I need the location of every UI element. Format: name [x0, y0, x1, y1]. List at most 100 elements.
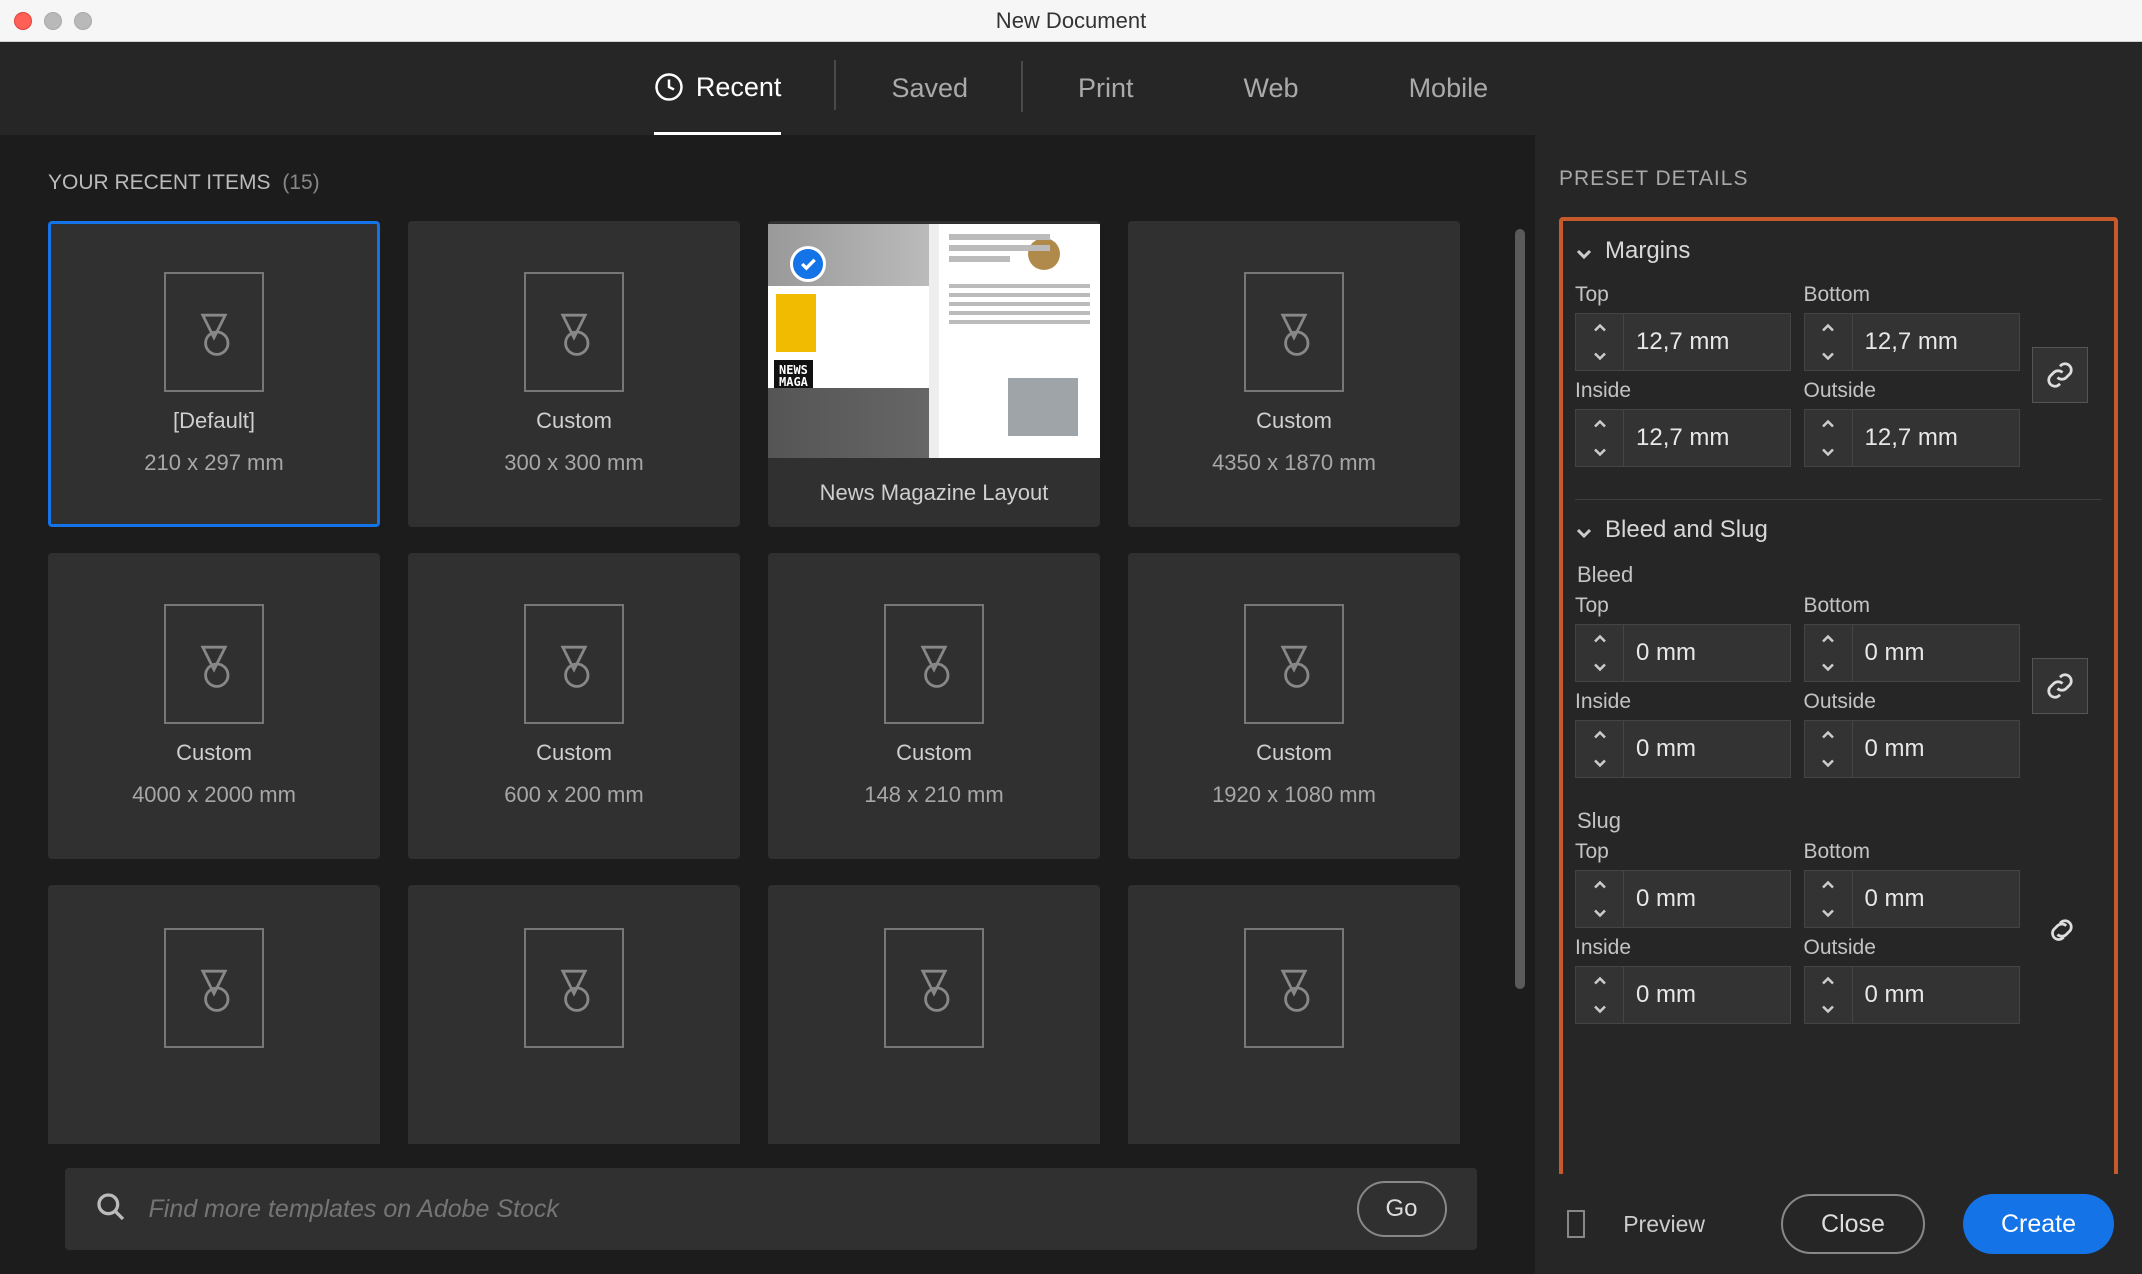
step-down-icon[interactable] — [1805, 749, 1852, 777]
slug-inside-input[interactable] — [1575, 966, 1794, 1024]
page-icon — [164, 604, 264, 724]
margins-link-toggle[interactable] — [2032, 347, 2088, 403]
slug-bottom-label: Bottom — [1804, 840, 2023, 864]
step-up-icon[interactable] — [1576, 410, 1623, 438]
step-down-icon[interactable] — [1576, 749, 1623, 777]
slug-inside-field[interactable] — [1623, 966, 1791, 1024]
step-up-icon[interactable] — [1576, 314, 1623, 342]
tab-saved[interactable]: Saved — [891, 42, 968, 135]
step-up-icon[interactable] — [1805, 314, 1852, 342]
margin-bottom-input[interactable] — [1804, 313, 2023, 371]
preview-label: Preview — [1623, 1211, 1705, 1238]
create-button[interactable]: Create — [1963, 1194, 2114, 1254]
step-down-icon[interactable] — [1805, 653, 1852, 681]
bleed-link-toggle[interactable] — [2032, 658, 2088, 714]
bleed-inside-field[interactable] — [1623, 720, 1791, 778]
preset-card[interactable] — [48, 885, 380, 1144]
margin-bottom-field[interactable] — [1852, 313, 2020, 371]
preset-card[interactable]: Custom 300 x 300 mm — [408, 221, 740, 527]
grid-scrollbar[interactable] — [1515, 229, 1525, 989]
bleed-bottom-field[interactable] — [1852, 624, 2020, 682]
bleed-outside-field[interactable] — [1852, 720, 2020, 778]
slug-bottom-input[interactable] — [1804, 870, 2023, 928]
margin-top-input[interactable] — [1575, 313, 1794, 371]
preview-checkbox[interactable] — [1567, 1210, 1585, 1238]
preset-card[interactable] — [408, 885, 740, 1144]
preset-name: News Magazine Layout — [820, 480, 1049, 506]
slug-outside-input[interactable] — [1804, 966, 2023, 1024]
category-tabs: Recent Saved Print Web Mobile — [0, 42, 2142, 135]
preset-card[interactable]: Custom 148 x 210 mm — [768, 553, 1100, 859]
preset-grid: [Default] 210 x 297 mm Custom 300 x 300 … — [48, 221, 1511, 1144]
bleed-subtitle: Bleed — [1577, 562, 2102, 588]
preset-dim: 1920 x 1080 mm — [1212, 782, 1376, 808]
page-icon — [884, 928, 984, 1048]
bleed-inside-input[interactable] — [1575, 720, 1794, 778]
window-close-button[interactable] — [14, 12, 32, 30]
bleed-outside-input[interactable] — [1804, 720, 2023, 778]
window-minimize-button[interactable] — [44, 12, 62, 30]
preset-card[interactable]: Custom 4350 x 1870 mm — [1128, 221, 1460, 527]
step-up-icon[interactable] — [1805, 871, 1852, 899]
slug-bottom-field[interactable] — [1852, 870, 2020, 928]
step-down-icon[interactable] — [1576, 438, 1623, 466]
step-up-icon[interactable] — [1805, 625, 1852, 653]
step-up-icon[interactable] — [1576, 967, 1623, 995]
bleed-top-field[interactable] — [1623, 624, 1791, 682]
step-down-icon[interactable] — [1805, 899, 1852, 927]
step-down-icon[interactable] — [1576, 899, 1623, 927]
slug-link-toggle[interactable] — [2032, 904, 2088, 960]
page-icon — [884, 604, 984, 724]
tab-recent[interactable]: Recent — [654, 42, 782, 135]
margin-top-field[interactable] — [1623, 313, 1791, 371]
window-maximize-button[interactable] — [74, 12, 92, 30]
page-icon — [524, 272, 624, 392]
preset-card[interactable]: Custom 1920 x 1080 mm — [1128, 553, 1460, 859]
titlebar: New Document — [0, 0, 2142, 42]
margin-inside-field[interactable] — [1623, 409, 1791, 467]
step-up-icon[interactable] — [1576, 871, 1623, 899]
slug-outside-field[interactable] — [1852, 966, 2020, 1024]
template-thumbnail: NEWSMAGAZINE — [768, 224, 1100, 458]
step-down-icon[interactable] — [1805, 438, 1852, 466]
preset-card[interactable] — [768, 885, 1100, 1144]
margins-section-toggle[interactable]: Margins — [1575, 237, 2102, 265]
preset-card[interactable]: [Default] 210 x 297 mm — [48, 221, 380, 527]
slug-top-input[interactable] — [1575, 870, 1794, 928]
step-down-icon[interactable] — [1805, 995, 1852, 1023]
step-up-icon[interactable] — [1805, 410, 1852, 438]
preset-details-highlight: Margins Top Bottom — [1559, 217, 2118, 1242]
close-button[interactable]: Close — [1781, 1194, 1925, 1254]
dialog-footer: Preview Close Create — [1535, 1174, 2142, 1274]
step-down-icon[interactable] — [1576, 342, 1623, 370]
margin-outside-input[interactable] — [1804, 409, 2023, 467]
search-icon — [95, 1191, 127, 1228]
margin-inside-input[interactable] — [1575, 409, 1794, 467]
page-icon — [524, 604, 624, 724]
margin-outside-field[interactable] — [1852, 409, 2020, 467]
section-title: YOUR RECENT ITEMS (15) — [48, 171, 1511, 195]
step-up-icon[interactable] — [1805, 967, 1852, 995]
step-up-icon[interactable] — [1576, 721, 1623, 749]
tab-mobile[interactable]: Mobile — [1409, 42, 1489, 135]
step-down-icon[interactable] — [1805, 342, 1852, 370]
bleed-slug-section-toggle[interactable]: Bleed and Slug — [1575, 516, 2102, 544]
bleed-outside-label: Outside — [1804, 690, 2023, 714]
step-up-icon[interactable] — [1805, 721, 1852, 749]
preset-card[interactable]: Custom 600 x 200 mm — [408, 553, 740, 859]
preset-card[interactable]: Custom 4000 x 2000 mm — [48, 553, 380, 859]
tab-web[interactable]: Web — [1244, 42, 1299, 135]
preset-card[interactable] — [1128, 885, 1460, 1144]
step-down-icon[interactable] — [1576, 995, 1623, 1023]
bleed-top-input[interactable] — [1575, 624, 1794, 682]
slug-top-field[interactable] — [1623, 870, 1791, 928]
preset-card-template[interactable]: NEWSMAGAZINE — [768, 221, 1100, 527]
bleed-bottom-input[interactable] — [1804, 624, 2023, 682]
tab-print[interactable]: Print — [1078, 42, 1134, 135]
slug-outside-label: Outside — [1804, 936, 2023, 960]
go-button[interactable]: Go — [1357, 1181, 1447, 1237]
step-down-icon[interactable] — [1576, 653, 1623, 681]
check-badge-icon — [790, 246, 826, 282]
stock-search-input[interactable] — [149, 1195, 1357, 1224]
step-up-icon[interactable] — [1576, 625, 1623, 653]
